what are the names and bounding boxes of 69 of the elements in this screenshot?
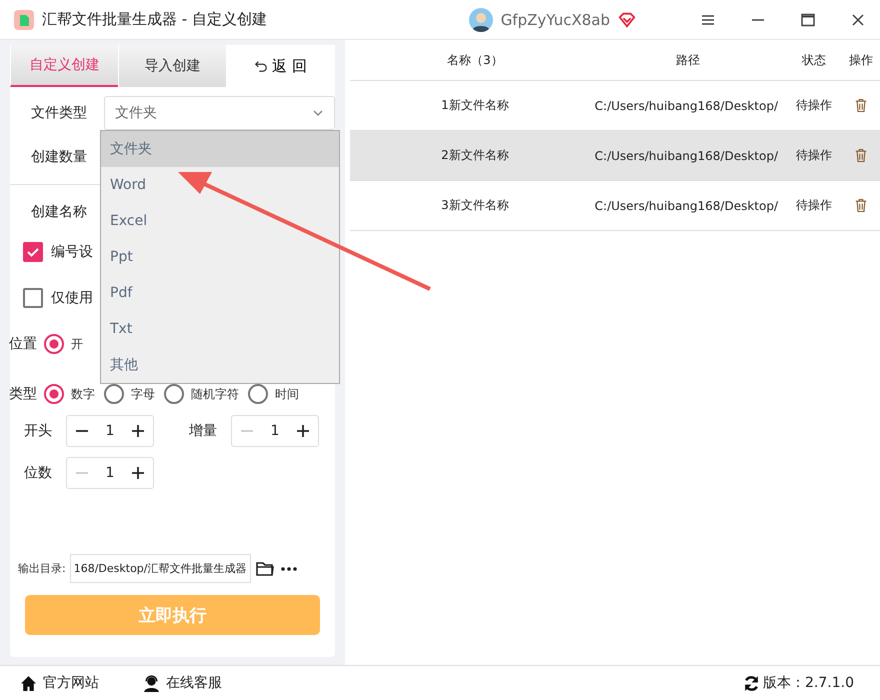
trash-icon[interactable]	[855, 98, 867, 113]
column-header: 名称（3）	[446, 52, 504, 68]
table-cell-text: 2新文件名称	[440, 147, 510, 164]
dropdown-option[interactable]: Excel	[101, 203, 339, 239]
field-label: 创建数量	[30, 148, 88, 166]
plus-icon[interactable]	[130, 466, 145, 480]
field-label: 文件类型	[30, 104, 88, 122]
table-cell-text: 待操作	[795, 197, 833, 214]
radio-label: 字母	[131, 386, 155, 402]
column-header: 路径	[675, 52, 701, 68]
refresh-icon[interactable]	[743, 674, 760, 692]
table-cell-text: 待操作	[795, 147, 833, 164]
plus-icon[interactable]	[296, 424, 310, 438]
dropdown-option[interactable]: 文件夹	[101, 131, 339, 167]
radio-button[interactable]	[44, 384, 64, 404]
radio-button[interactable]	[44, 334, 64, 354]
table-cell-text: 待操作	[795, 97, 833, 114]
radio-label: 数字	[71, 386, 95, 402]
checkbox-label: 编号设	[51, 243, 93, 261]
app-logo-icon	[14, 10, 34, 30]
dropdown-option[interactable]: Txt	[101, 311, 339, 347]
checkbox-label: 仅使用	[51, 289, 93, 307]
trash-icon[interactable]	[855, 198, 867, 213]
radio-label: 随机字符	[191, 386, 239, 402]
version-label: 版本：2.7.1.0	[763, 674, 854, 692]
radio-label: 开	[71, 336, 83, 352]
table-row[interactable]: 3新文件名称 C:/Users/huibang168/Desktop/ 待操作	[350, 181, 880, 231]
dropdown-option[interactable]: 其他	[101, 347, 339, 383]
checkbox[interactable]	[23, 242, 43, 262]
file-type-select[interactable]: 文件夹	[104, 96, 335, 130]
output-path-field[interactable]: 168/Desktop/汇帮文件批量生成器	[70, 554, 250, 583]
avatar-icon	[468, 8, 493, 32]
field-label: 创建名称	[30, 203, 88, 221]
radio-label: 时间	[275, 386, 299, 402]
user-name: GfpZyYucX8ab	[500, 10, 610, 28]
field-label: 增量	[188, 422, 218, 440]
maximize-icon[interactable]	[800, 12, 816, 28]
table-cell-text: C:/Users/huibang168/Desktop/	[594, 98, 779, 112]
column-header: 状态	[801, 52, 827, 68]
field-label: 位数	[23, 464, 53, 482]
number-stepper[interactable]: 1	[231, 415, 319, 447]
plus-icon[interactable]	[130, 424, 145, 438]
output-label: 输出目录:	[18, 561, 66, 576]
table-row[interactable]: 2新文件名称 C:/Users/huibang168/Desktop/ 待操作	[350, 131, 880, 181]
folder-icon[interactable]	[254, 560, 274, 578]
table-cell-text: C:/Users/huibang168/Desktop/	[594, 148, 779, 162]
table-cell-text: C:/Users/huibang168/Desktop/	[594, 198, 779, 212]
column-header: 操作	[848, 52, 874, 68]
window-title: 汇帮文件批量生成器 - 自定义创建	[42, 10, 267, 29]
close-icon[interactable]	[850, 12, 866, 28]
table-cell-text: 3新文件名称	[440, 197, 510, 214]
field-label: 位置	[9, 335, 37, 353]
number-stepper[interactable]: 1	[66, 415, 154, 447]
field-label: 类型	[9, 385, 37, 403]
dropdown-option[interactable]: Ppt	[101, 239, 339, 275]
trash-icon[interactable]	[855, 148, 867, 163]
vip-badge-icon	[618, 10, 636, 28]
home-icon	[20, 674, 37, 692]
dropdown-option[interactable]: Pdf	[101, 275, 339, 311]
undo-icon	[254, 59, 268, 73]
number-stepper[interactable]: 1	[66, 457, 154, 489]
headset-icon	[143, 674, 160, 692]
dropdown-option[interactable]: Word	[101, 167, 339, 203]
checkbox[interactable]	[23, 288, 43, 308]
table-cell-text: 1新文件名称	[440, 97, 510, 114]
field-label: 开头	[23, 422, 53, 440]
support-link[interactable]: 在线客服	[143, 674, 222, 692]
tab[interactable]: 导入创建	[118, 45, 226, 87]
website-link[interactable]: 官方网站	[20, 674, 99, 692]
